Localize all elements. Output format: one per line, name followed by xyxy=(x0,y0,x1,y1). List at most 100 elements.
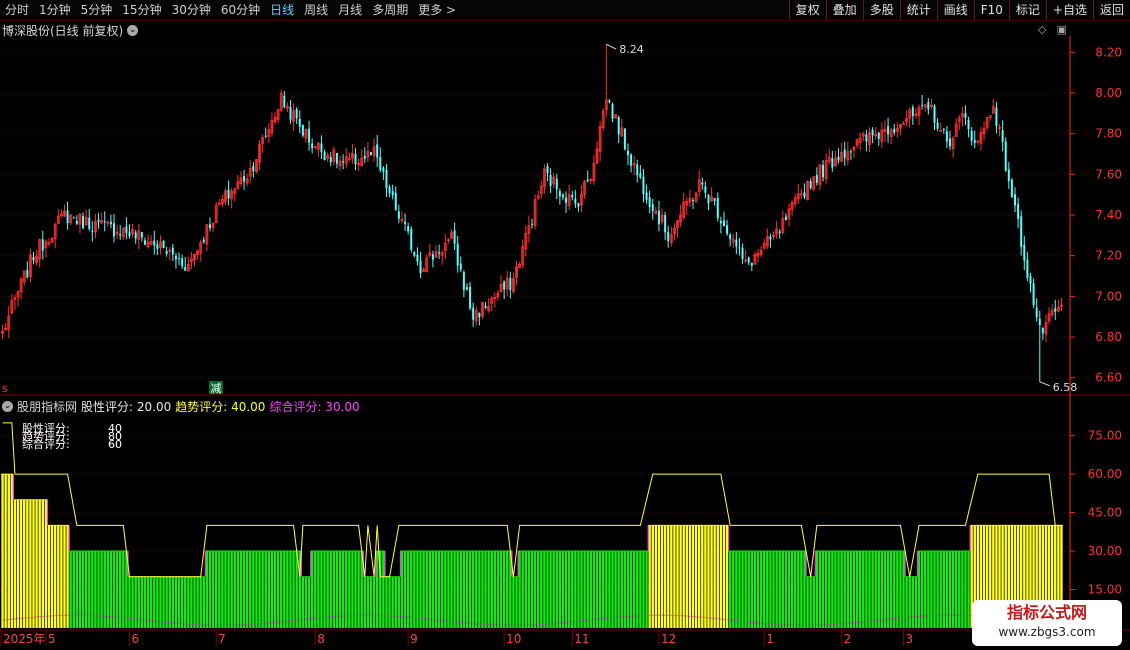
score-bar xyxy=(471,551,475,628)
score-bar xyxy=(128,576,131,628)
candle-body xyxy=(109,221,112,225)
candle-body xyxy=(465,287,468,290)
candle-body xyxy=(713,198,716,201)
candle-body xyxy=(184,266,187,271)
score-bar xyxy=(954,551,958,628)
candle-body xyxy=(178,257,181,259)
candle-body xyxy=(32,256,35,261)
score-bar xyxy=(280,551,283,628)
score-bar xyxy=(651,525,654,628)
score-bar xyxy=(583,551,586,628)
score-bar xyxy=(78,551,82,628)
candle-body xyxy=(1038,318,1041,326)
date-label: 9 xyxy=(410,632,418,646)
score-bar xyxy=(63,525,66,628)
score-bar xyxy=(258,551,261,628)
score-bar xyxy=(317,551,320,628)
score-bar xyxy=(636,551,639,628)
candle-body xyxy=(484,305,487,308)
score-bar xyxy=(153,576,156,628)
score-bar xyxy=(122,551,125,628)
candle-body xyxy=(738,247,741,249)
score-bar xyxy=(722,525,726,628)
candle-body xyxy=(456,243,459,266)
score-bar xyxy=(741,551,744,628)
candle-body xyxy=(936,122,939,129)
score-bar xyxy=(766,551,769,628)
candle-body xyxy=(692,199,695,201)
candle-body xyxy=(837,156,840,161)
score-bar xyxy=(648,525,651,628)
score-bar xyxy=(964,551,967,628)
score-bar xyxy=(47,525,51,628)
date-label: 2 xyxy=(844,632,852,646)
score-bar xyxy=(933,551,936,628)
high-price-label: 8.24 xyxy=(619,43,644,56)
score-bar xyxy=(385,576,388,628)
score-bar xyxy=(701,525,704,628)
score-bar xyxy=(267,551,271,628)
candle-body xyxy=(283,95,286,108)
score-bar xyxy=(10,474,14,628)
score-bar xyxy=(394,576,397,628)
score-bar xyxy=(586,551,589,628)
candle-body xyxy=(586,179,589,182)
score-bar xyxy=(233,551,236,628)
score-bar xyxy=(778,551,781,628)
score-bar xyxy=(902,551,905,628)
candle-body xyxy=(397,211,400,219)
main-tick-label: 7.00 xyxy=(1095,289,1122,303)
diamond-icon[interactable]: ◇ xyxy=(1038,23,1046,36)
score-bar xyxy=(199,576,202,628)
score-bar xyxy=(735,551,738,628)
score-bar xyxy=(276,551,280,628)
score-bar xyxy=(608,551,611,628)
trend-score-label: 趋势评分: 40.00 xyxy=(175,399,266,414)
stock-score-label: 股性评分: 20.00 xyxy=(81,399,172,414)
score-bar xyxy=(162,576,165,628)
score-bar xyxy=(549,551,552,628)
score-bar xyxy=(828,551,831,628)
candle-body xyxy=(1007,169,1010,182)
score-bar xyxy=(4,474,7,628)
score-bar xyxy=(877,551,880,628)
score-bar xyxy=(663,525,667,628)
indicator-tick-label: 45.00 xyxy=(1088,506,1122,520)
score-bar xyxy=(202,576,206,628)
score-bar xyxy=(66,525,69,628)
candle-body xyxy=(747,257,750,263)
candle-body xyxy=(1041,328,1044,334)
score-bar xyxy=(685,525,689,628)
score-bar xyxy=(540,551,543,628)
signal-jian-marker: 减 xyxy=(210,382,221,395)
score-bar xyxy=(889,551,893,628)
candle-body xyxy=(82,215,85,229)
score-bar xyxy=(849,551,853,628)
score-bar xyxy=(214,551,218,628)
date-label: 10 xyxy=(506,632,521,646)
score-bar xyxy=(614,551,617,628)
score-bar xyxy=(506,551,509,628)
score-bar xyxy=(60,525,63,628)
score-bar xyxy=(502,551,506,628)
score-bar xyxy=(772,551,775,628)
score-bar xyxy=(707,525,710,628)
candle-body xyxy=(964,113,967,118)
score-bar xyxy=(763,551,766,628)
score-bar xyxy=(679,525,682,628)
score-bar xyxy=(481,551,484,628)
candle-body xyxy=(509,278,512,290)
chevron-down-icon[interactable]: ⌄ xyxy=(127,24,139,36)
score-bar xyxy=(694,525,698,628)
main-chart-header: 博深股份(日线 前复权) ⌄ xyxy=(2,22,139,38)
candle-body xyxy=(561,194,564,198)
panel-toggle-icon[interactable]: ▣ xyxy=(1056,23,1066,36)
score-bar xyxy=(512,576,515,628)
chevron-down-icon[interactable]: ⌄ xyxy=(2,400,13,412)
date-label: 11 xyxy=(574,632,589,646)
score-bar xyxy=(518,551,521,628)
score-bar xyxy=(728,551,732,628)
score-bar xyxy=(939,551,942,628)
candle-body xyxy=(113,223,116,237)
score-bar xyxy=(886,551,890,628)
